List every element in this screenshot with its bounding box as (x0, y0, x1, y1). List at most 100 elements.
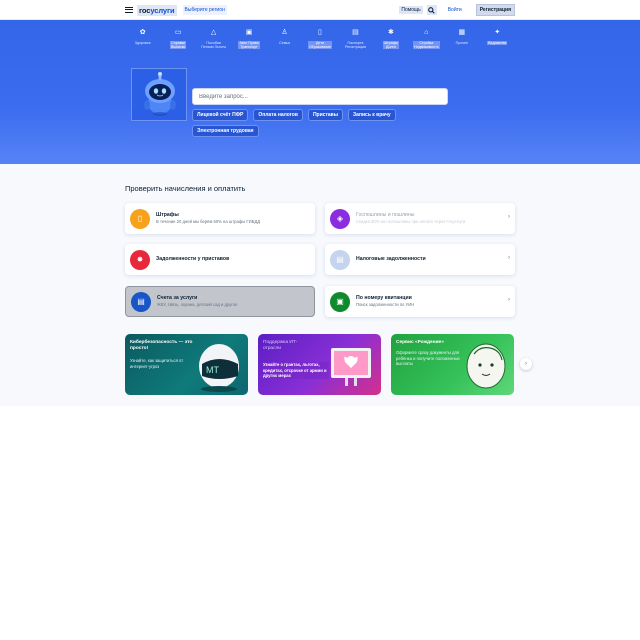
fine-icon: ✱ (387, 29, 394, 36)
promo-title: Сервис «Рождение» (396, 340, 444, 345)
payment-card-glyph: ▤ (336, 254, 344, 264)
carousel-next-button[interactable]: › (520, 358, 532, 370)
svg-text:MT: MT (206, 365, 219, 375)
category-label: Паспорта Регистрация (344, 41, 366, 49)
emblem-icon: ✦ (494, 29, 501, 36)
payment-card-text: Счета за услуги ЖКУ, связь, охрана, детск… (157, 295, 307, 308)
category-item[interactable]: ▣ Авто Права Транспорт (231, 28, 266, 49)
quick-link-chip[interactable]: Приставы (307, 109, 344, 121)
header-search-button[interactable] (426, 5, 437, 15)
category-label: Семья (279, 41, 290, 45)
logo-suffix: услуги (150, 5, 175, 15)
quick-link-chip[interactable]: Оплата налогов (253, 109, 303, 121)
robot-icon (144, 72, 176, 116)
payment-card-title: Задолженности у приставов (156, 256, 230, 262)
monitor-icon (331, 348, 371, 386)
login-link[interactable]: Войти (448, 7, 462, 13)
promo-title: Кибербезопасность — это просто! (130, 340, 193, 351)
promo-description: Оформите сразу документы для ребёнка и п… (396, 350, 460, 366)
baby-icon (466, 343, 506, 389)
payments-section-title: Проверить начисления и оплатить (125, 184, 246, 193)
payment-card-glyph: ▤ (137, 296, 145, 306)
payment-card-glyph: ▯ (137, 213, 143, 223)
payment-card[interactable]: ▤ Счета за услуги ЖКУ, связь, охрана, детс… (125, 286, 315, 317)
fine-icon: ▯ (130, 208, 150, 229)
chevron-right-icon: › (525, 361, 527, 367)
payment-card-title: Счета за услуги (157, 295, 198, 301)
register-button[interactable]: Регистрация (475, 4, 515, 16)
category-item[interactable]: △ Пособия Пенсии Льготы (196, 28, 231, 49)
logo-prefix: гос (139, 5, 151, 15)
category-item[interactable]: ⌂ Стройка Недвижимость (409, 28, 444, 49)
payment-card-title: Штрафы (156, 212, 179, 218)
tax-icon: ▤ (330, 249, 350, 270)
category-label: Здоровье (134, 41, 151, 45)
payment-card-description: ЖКУ, связь, охрана, детский сад и другое (157, 302, 238, 307)
main-search-input[interactable] (192, 88, 448, 105)
helmet-icon: MT (199, 344, 239, 392)
grid-icon: ▦ (458, 29, 466, 36)
payment-card[interactable]: ▤ Налоговые задолженности › (325, 244, 515, 275)
chevron-right-icon: › (508, 214, 510, 220)
book-icon: ▯ (318, 29, 322, 36)
chevron-right-icon: › (508, 255, 510, 261)
payment-card-glyph: ▣ (336, 296, 344, 306)
category-item[interactable]: ▭ Справки Выписки (160, 28, 195, 49)
folder-icon: ▭ (174, 29, 182, 36)
payment-card[interactable]: ✸ Задолженности у приставов (125, 244, 315, 275)
promo-title: Поддержка ИТ-отрасли (263, 340, 298, 351)
payment-card-description: В течение 20 дней мы берём 50% на штрафы… (156, 219, 261, 224)
category-item[interactable]: ▤ Паспорта Регистрация (338, 28, 373, 49)
help-link[interactable]: Помощь (399, 6, 423, 14)
category-label: Прочее (455, 41, 468, 45)
top-navigation-bar: госуслуги Выберите регион Помощь Войти Р… (0, 0, 640, 20)
payment-card-description: Поиск задолженности по УИН (356, 302, 415, 307)
payment-card-text: Госпошлины и пошлины Скидка 30% на госпош… (356, 212, 506, 225)
category-label: Стройка Недвижимость (412, 41, 440, 49)
category-item[interactable]: ✿ Здоровье (125, 28, 160, 49)
payment-card-title: Налоговые задолженности (356, 256, 426, 262)
quick-links: Лицевой счёт ПФР Оплата налогов Приставы За… (192, 109, 452, 137)
gosuslugi-logo[interactable]: госуслуги (137, 4, 177, 16)
category-label: Ведомства (487, 41, 508, 45)
category-item[interactable]: ✱ Штрафы Долги (373, 28, 408, 49)
promo-banner[interactable]: Сервис «Рождение» Оформите сразу документ… (391, 334, 514, 395)
category-item[interactable]: ▦ Прочее (444, 28, 479, 49)
quick-link-chip[interactable]: Электронная трудовая (192, 125, 259, 137)
category-label: Пособия Пенсии Льготы (201, 41, 227, 49)
hands-icon: △ (210, 29, 217, 36)
search-icon (428, 6, 435, 14)
promo-banner[interactable]: Кибербезопасность — это просто! Узнайте, … (125, 334, 248, 395)
house-icon: ⌂ (424, 29, 429, 36)
promo-banner[interactable]: Поддержка ИТ-отрасли Узнайте о грантах, л… (258, 334, 381, 395)
duty-icon: ◈ (330, 208, 350, 229)
menu-icon[interactable] (125, 7, 133, 13)
payment-card[interactable]: ▣ По номеру квитанции Поиск задолженности … (325, 286, 515, 317)
region-selector[interactable]: Выберите регион (182, 5, 227, 15)
category-nav: ✿ Здоровье ▭ Справки Выписки △ Пособия Пенсии… (125, 28, 515, 49)
payment-card-title: Госпошлины и пошлины (356, 212, 415, 218)
category-item[interactable]: ▯ Дети Образование (302, 28, 337, 49)
payment-card[interactable]: ▯ Штрафы В течение 20 дней мы берём 50% на… (125, 203, 315, 234)
category-item[interactable]: ✦ Ведомства (480, 28, 515, 49)
category-item[interactable]: ♙ Семья (267, 28, 302, 49)
chevron-right-icon: › (508, 297, 510, 303)
car-icon: ▣ (245, 29, 253, 36)
gear-icon: ✿ (139, 29, 146, 36)
payment-card-text: По номеру квитанции Поиск задолженности п… (356, 295, 506, 308)
quick-link-chip[interactable]: Лицевой счёт ПФР (192, 109, 249, 121)
hero-section: ✿ Здоровье ▭ Справки Выписки △ Пособия Пенсии… (0, 20, 640, 164)
payment-card-glyph: ◈ (336, 213, 344, 223)
payment-card-description: Скидка 30% на госпошлины при оплате чере… (356, 219, 466, 224)
promo-description: Узнайте, как защититься от интернет-угро… (130, 358, 184, 369)
promo-description: Узнайте о грантах, льготах, кредитах, от… (263, 362, 329, 379)
robot-assistant-image[interactable] (131, 68, 187, 121)
category-label: Дети Образование (307, 41, 333, 49)
bill-icon: ▤ (131, 291, 151, 312)
quick-link-chip[interactable]: Запись к врачу (348, 109, 396, 121)
payment-card-text: Налоговые задолженности (356, 256, 506, 263)
payment-card[interactable]: ◈ Госпошлины и пошлины Скидка 30% на госпо… (325, 203, 515, 234)
receipt-icon: ▣ (330, 291, 350, 312)
category-label: Штрафы Долги (382, 41, 400, 49)
payment-card-title: По номеру квитанции (356, 295, 412, 301)
